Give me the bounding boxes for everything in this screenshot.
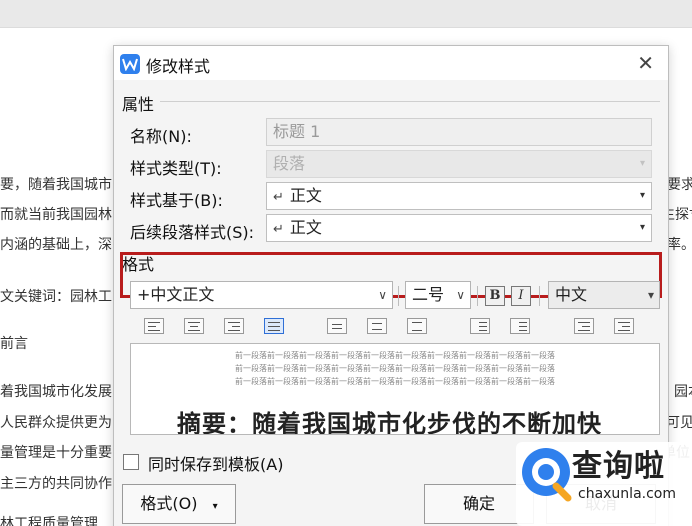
next-style-select[interactable]: ↵ 正文 ▾	[266, 214, 652, 242]
save-to-template-checkbox[interactable]	[123, 454, 139, 470]
preview-sample-text: 摘要：随着我国城市化步伐的不断加快	[177, 410, 602, 435]
toolbar-separator	[398, 286, 399, 306]
document-toolbar-strip	[0, 0, 692, 28]
dialog-titlebar[interactable]: 修改样式 ✕	[114, 46, 668, 80]
line-spacing-onehalf-icon[interactable]	[367, 318, 387, 334]
name-field[interactable]: 标题 1	[266, 118, 652, 146]
save-to-template-label: 同时保存到模板(A)	[148, 455, 284, 474]
caret-down-icon: ▾	[212, 501, 218, 512]
italic-button[interactable]: I	[511, 286, 531, 306]
doc-text-line: 林工程质量管理	[0, 516, 98, 526]
section-properties-heading: 属性	[122, 95, 155, 114]
doc-text-line-right: 可见,	[666, 415, 692, 431]
based-on-value: 正文	[289, 186, 322, 205]
doc-text-line: 量管理是十分重要	[0, 445, 112, 461]
align-center-icon[interactable]	[184, 318, 204, 334]
font-value: +中文正文	[137, 285, 215, 304]
doc-text-line: 主三方的共同协作	[0, 476, 112, 492]
chevron-down-icon: ▾	[639, 158, 645, 169]
wps-app-icon	[120, 54, 140, 74]
preview-previous-paragraph: 前一段落前一段落前一段落前一段落前一段落前一段落前一段落前一段落前一段落前一段落	[235, 377, 555, 386]
toolbar-separator	[477, 286, 478, 306]
dialog-title: 修改样式	[146, 57, 211, 76]
paragraph-return-icon: ↵	[273, 190, 284, 205]
doc-text-line-right: 园本	[674, 384, 692, 400]
doc-text-line: 着我国城市化发展	[0, 384, 112, 400]
next-style-label: 后续段落样式(S):	[130, 223, 255, 242]
font-select[interactable]: +中文正文 ∨	[130, 281, 393, 309]
chevron-down-icon[interactable]: ▾	[648, 282, 654, 308]
preview-previous-paragraph: 前一段落前一段落前一段落前一段落前一段落前一段落前一段落前一段落前一段落前一段落	[235, 351, 555, 360]
bold-button[interactable]: B	[485, 286, 505, 306]
decrease-indent-icon[interactable]	[574, 318, 594, 334]
space-before-icon[interactable]	[470, 318, 490, 334]
line-spacing-double-icon[interactable]	[407, 318, 427, 334]
font-size-value: 二号	[412, 285, 445, 304]
language-select[interactable]: 中文 ▾	[548, 281, 660, 309]
based-on-label: 样式基于(B):	[130, 191, 223, 210]
style-type-label: 样式类型(T):	[130, 159, 222, 178]
align-right-icon[interactable]	[224, 318, 244, 334]
chevron-down-icon[interactable]: ∨	[378, 282, 387, 308]
space-after-icon[interactable]	[510, 318, 530, 334]
close-icon[interactable]: ✕	[637, 51, 654, 75]
format-button-label: 格式(O)	[140, 494, 198, 513]
section-divider	[160, 101, 660, 102]
chevron-down-icon[interactable]: ▾	[640, 215, 645, 241]
based-on-select[interactable]: ↵ 正文 ▾	[266, 182, 652, 210]
font-size-select[interactable]: 二号 ∨	[405, 281, 471, 309]
increase-indent-icon[interactable]	[614, 318, 634, 334]
doc-text-line-right: 要求	[667, 177, 692, 193]
chevron-down-icon[interactable]: ▾	[640, 183, 645, 209]
style-type-value: 段落	[273, 154, 306, 173]
style-type-select: 段落 ▾	[266, 150, 652, 178]
doc-text-line: 而就当前我国园林	[0, 207, 112, 223]
chevron-down-icon[interactable]: ∨	[456, 282, 465, 308]
align-left-icon[interactable]	[144, 318, 164, 334]
language-value: 中文	[555, 285, 588, 304]
format-menu-button[interactable]: 格式(O) ▾	[122, 484, 236, 524]
doc-text-line: 前言	[0, 336, 28, 352]
line-spacing-single-icon[interactable]	[327, 318, 347, 334]
next-style-value: 正文	[289, 218, 322, 237]
toolbar-separator	[539, 286, 540, 306]
doc-text-line: 文关键词：园林工	[0, 289, 112, 305]
name-label: 名称(N):	[130, 127, 192, 146]
style-preview: 前一段落前一段落前一段落前一段落前一段落前一段落前一段落前一段落前一段落前一段落…	[130, 343, 660, 435]
align-justify-icon[interactable]	[264, 318, 284, 334]
doc-text-line-right: 率。	[667, 237, 692, 253]
doc-text-line: 人民群众提供更为	[0, 415, 112, 431]
watermark-url-text: chaxunla.com	[578, 486, 676, 502]
watermark-brand-text: 查询啦	[572, 449, 665, 484]
doc-text-line: 内涵的基础上，深	[0, 237, 112, 253]
doc-text-line: 要，随着我国城市	[0, 177, 112, 193]
preview-previous-paragraph: 前一段落前一段落前一段落前一段落前一段落前一段落前一段落前一段落前一段落前一段落	[235, 364, 555, 373]
paragraph-return-icon: ↵	[273, 222, 284, 237]
